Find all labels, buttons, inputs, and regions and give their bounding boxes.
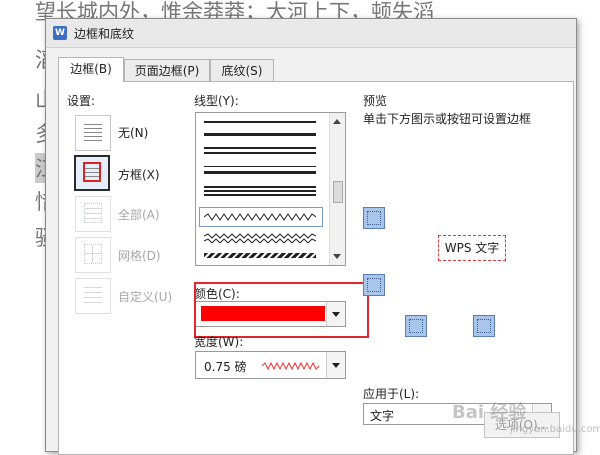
- wavy-line-icon: [204, 213, 316, 221]
- left-border-icon: [409, 319, 423, 333]
- scroll-thumb[interactable]: [333, 181, 343, 203]
- apply-to-label: 应用于(L):: [363, 387, 420, 401]
- scroll-up-arrow-icon[interactable]: [333, 119, 341, 124]
- chevron-down-icon[interactable]: [326, 352, 345, 378]
- tab-page-border[interactable]: 页面边框(P): [124, 59, 210, 82]
- preview-area: WPS 文字: [363, 82, 563, 342]
- right-border-button[interactable]: [473, 315, 495, 337]
- setting-none-icon[interactable]: [75, 115, 111, 151]
- tab-shading[interactable]: 底纹(S): [210, 59, 274, 82]
- line-style-selected-wavy[interactable]: [199, 207, 323, 227]
- width-select[interactable]: 0.75 磅: [195, 351, 346, 379]
- setting-label: 设置:: [67, 94, 96, 108]
- line-style-triple[interactable]: [204, 186, 316, 196]
- line-style-listbox[interactable]: [195, 112, 346, 266]
- top-border-icon: [367, 211, 381, 225]
- line-style-scrollbar[interactable]: [329, 113, 345, 265]
- line-style-dash-dot-stroked[interactable]: [204, 253, 316, 258]
- bottom-border-button[interactable]: [363, 274, 385, 296]
- line-style-double[interactable]: [204, 147, 316, 154]
- watermark-text: Bai 经验: [452, 402, 527, 423]
- scroll-down-arrow-icon[interactable]: [333, 254, 341, 259]
- setting-box-icon[interactable]: [74, 155, 110, 191]
- setting-grid-label: 网格(D): [118, 249, 161, 263]
- setting-custom-label: 自定义(U): [118, 290, 173, 304]
- line-style-thin[interactable]: [204, 121, 316, 123]
- tab-borders[interactable]: 边框(B): [58, 57, 124, 82]
- setting-all-label: 全部(A): [118, 208, 160, 222]
- setting-all-icon[interactable]: [75, 196, 111, 232]
- setting-grid-icon[interactable]: [75, 237, 111, 273]
- line-style-thick[interactable]: [204, 133, 316, 136]
- setting-box-label: 方框(X): [118, 168, 160, 182]
- borders-and-shading-dialog: W 边框和底纹 边框(B) 页面边框(P) 底纹(S) 设置: 无(N) 方框(…: [45, 18, 577, 455]
- top-border-button[interactable]: [363, 207, 385, 229]
- double-wavy-line-icon[interactable]: [204, 233, 316, 243]
- width-value: 0.75 磅: [204, 360, 247, 374]
- red-wavy-sample-icon: [262, 362, 320, 370]
- width-label: 宽度(W):: [194, 335, 244, 349]
- highlight-box: [194, 282, 369, 338]
- dialog-title: 边框和底纹: [74, 27, 135, 41]
- apply-to-value: 文字: [370, 409, 395, 423]
- preview-sample-text: WPS 文字: [438, 235, 506, 261]
- line-style-thin-thick[interactable]: [204, 166, 316, 174]
- setting-custom-icon[interactable]: [75, 278, 111, 314]
- bottom-border-icon: [367, 278, 381, 292]
- dialog-titlebar[interactable]: W 边框和底纹: [46, 19, 576, 48]
- setting-none-label: 无(N): [118, 126, 149, 140]
- right-border-icon: [477, 319, 491, 333]
- left-border-button[interactable]: [405, 315, 427, 337]
- line-style-label: 线型(Y):: [194, 94, 239, 108]
- wps-app-icon: W: [53, 26, 67, 40]
- watermark-subtext: jingyan.baidu.com: [510, 424, 600, 435]
